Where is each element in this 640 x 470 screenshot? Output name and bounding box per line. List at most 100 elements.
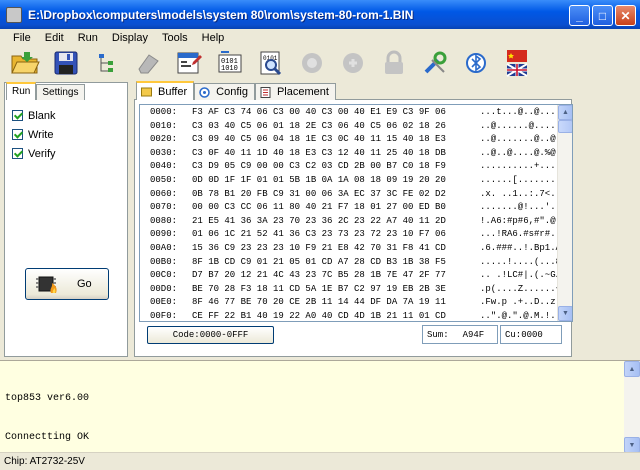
open-folder-icon[interactable] <box>8 48 41 78</box>
verify-check[interactable]: Verify <box>12 144 56 163</box>
window-controls: _ □ ✕ <box>569 5 636 26</box>
menu-display[interactable]: Display <box>105 32 155 44</box>
hex-address: 0080: <box>150 215 178 226</box>
hex-address: 0070: <box>150 202 178 213</box>
hex-bytes: C3 0F 40 11 1D 40 18 E3 C3 12 40 11 25 4… <box>192 147 446 158</box>
hex-ascii: ...!RA6.#s#r#... <box>480 229 567 240</box>
blank-check[interactable]: Blank <box>12 106 56 125</box>
chip-fire-icon <box>36 276 57 293</box>
hex-address: 0090: <box>150 229 178 240</box>
hex-address: 00F0: <box>150 310 178 321</box>
go-button[interactable]: Go <box>25 268 109 300</box>
chip-disabled-2-icon[interactable] <box>336 48 369 78</box>
tab-run[interactable]: Run <box>6 82 37 100</box>
bluetooth-icon[interactable] <box>459 48 492 78</box>
hex-ascii: .. .!LC#|.(.~G/w <box>480 270 567 281</box>
hex-scrollbar[interactable]: ▲ ▼ <box>557 105 572 321</box>
language-flag-icon[interactable] <box>500 48 533 78</box>
eraser-icon[interactable] <box>131 48 164 78</box>
tab-placement-label: Placement <box>276 86 329 98</box>
tab-placement[interactable]: Placement <box>254 83 336 100</box>
hex-ascii: .6.###..!.Bp1.A. <box>480 242 567 253</box>
code-range-button[interactable]: Code:0000-0FFF <box>147 326 274 344</box>
hex-row: 0000: F3 AF C3 74 06 C3 00 40 C3 00 40 E1… <box>140 106 561 120</box>
tree-icon[interactable] <box>90 48 123 78</box>
hex-ascii: ..".@.".@.M.!... <box>480 310 567 321</box>
hex-address: 00C0: <box>150 270 178 281</box>
hex-address: 0050: <box>150 174 178 185</box>
hex-lines: 0000: F3 AF C3 74 06 C3 00 40 C3 00 40 E1… <box>140 106 567 321</box>
scroll-up-icon[interactable]: ▲ <box>558 105 572 120</box>
hex-bytes: C3 D9 05 C9 00 00 C3 C2 03 CD 2B 00 B7 C… <box>192 161 446 172</box>
save-disk-icon[interactable] <box>49 48 82 78</box>
app-icon <box>6 6 22 23</box>
tab-config[interactable]: Config <box>194 83 255 100</box>
hex-ascii: ..@.......@..@.. <box>480 134 567 145</box>
menu-tools[interactable]: Tools <box>155 32 195 44</box>
hex-row: 00B0: 8F 1B CD C9 01 21 05 01 CD A7 28 CD… <box>140 256 567 270</box>
scroll-down-icon[interactable]: ▼ <box>558 306 572 321</box>
log-output[interactable]: top853 ver6.00 Connectting OK ▲ ▼ <box>0 360 640 453</box>
go-label: Go <box>77 278 92 290</box>
write-label: Write <box>28 128 54 141</box>
hex-address: 00D0: <box>150 283 178 294</box>
hex-bytes: 15 36 C9 23 23 23 10 F9 21 E8 42 70 31 F… <box>192 242 446 253</box>
hex-row: 0040: C3 D9 05 C9 00 00 C3 C2 03 CD 2B 00… <box>140 160 566 174</box>
hex-ascii: .....!....(...8. <box>480 256 567 267</box>
hex-ascii: .x. ..1..:.7<... <box>480 188 567 199</box>
tab-buffer[interactable]: Buffer <box>136 81 195 100</box>
tools-icon[interactable] <box>418 48 451 78</box>
sum-value: A94F <box>462 329 485 340</box>
checksum-field: Sum: A94F <box>422 325 498 344</box>
hex-edit-icon[interactable] <box>172 48 205 78</box>
menu-edit[interactable]: Edit <box>38 32 71 44</box>
lock-icon[interactable] <box>377 48 410 78</box>
hex-bytes: 01 06 1C 21 52 41 36 C3 23 73 23 72 23 1… <box>192 229 446 240</box>
hex-address: 00A0: <box>150 242 178 253</box>
blank-checkbox[interactable] <box>12 110 23 121</box>
menu-file[interactable]: File <box>6 32 38 44</box>
binary-view-icon[interactable]: 0101 1010 <box>213 48 246 78</box>
minimize-button[interactable]: _ <box>569 5 590 26</box>
config-tab-icon <box>199 86 210 98</box>
hex-ascii: .Fw.p .+..D..z.. <box>480 297 567 308</box>
hex-row: 00C0: D7 B7 20 12 21 4C 43 23 7C B5 28 1B… <box>140 269 567 283</box>
chip-disabled-icon[interactable] <box>295 48 328 78</box>
title-bar[interactable]: E:\Dropbox\computers\models\system 80\ro… <box>0 0 640 29</box>
write-checkbox[interactable] <box>12 129 23 140</box>
log-scroll-up-icon[interactable]: ▲ <box>624 361 640 377</box>
close-button[interactable]: ✕ <box>615 5 636 26</box>
hex-bytes: F3 AF C3 74 06 C3 00 40 C3 00 40 E1 E9 C… <box>192 107 446 117</box>
hex-bytes: 0B 78 B1 20 FB C9 31 00 06 3A EC 37 3C F… <box>192 188 446 199</box>
write-check[interactable]: Write <box>12 125 56 144</box>
hex-address: 0030: <box>150 147 178 158</box>
hex-bytes: C3 09 40 C5 06 04 18 1E C3 0C 40 11 15 4… <box>192 134 446 145</box>
hex-address: 0020: <box>150 134 178 145</box>
tab-config-label: Config <box>216 86 248 98</box>
hex-bytes: 21 E5 41 36 3A 23 70 23 36 2C 23 22 A7 4… <box>192 215 446 226</box>
tab-settings[interactable]: Settings <box>36 84 85 100</box>
operation-checks: Blank Write Verify <box>12 106 56 163</box>
hex-bytes: 00 00 C3 CC 06 11 80 40 21 F7 18 01 27 0… <box>192 202 446 213</box>
scroll-thumb[interactable] <box>558 120 572 133</box>
hex-address: 0040: <box>150 161 178 172</box>
verify-checkbox[interactable] <box>12 148 23 159</box>
hex-bytes: C3 03 40 C5 06 01 18 2E C3 06 40 C5 06 0… <box>192 120 446 131</box>
log-scroll-down-icon[interactable]: ▼ <box>624 437 640 453</box>
hex-row: 0080: 21 E5 41 36 3A 23 70 23 36 2C 23 22… <box>140 215 566 229</box>
hex-bytes: CE FF 22 B1 40 19 22 A0 40 CD 4D 1B 21 1… <box>192 310 446 321</box>
hex-dump-view[interactable]: 0000: F3 AF C3 74 06 C3 00 40 C3 00 40 E1… <box>139 104 573 322</box>
maximize-button[interactable]: □ <box>592 5 613 26</box>
hex-bytes: 8F 46 77 BE 70 20 CE 2B 11 14 44 DF DA 7… <box>192 297 446 308</box>
menu-run[interactable]: Run <box>71 32 105 44</box>
buffer-tab-icon <box>141 87 152 97</box>
tab-buffer-label: Buffer <box>158 85 188 98</box>
toolbar: 0101 1010 0101 <box>0 47 640 79</box>
binary-search-icon[interactable]: 0101 <box>254 48 287 78</box>
hex-address: 00B0: <box>150 256 178 267</box>
menu-help[interactable]: Help <box>195 32 232 44</box>
log-scrollbar[interactable]: ▲ ▼ <box>624 361 640 453</box>
hex-bytes: D7 B7 20 12 21 4C 43 23 7C B5 28 1B 7E 4… <box>192 270 446 281</box>
hex-row: 00A0: 15 36 C9 23 23 23 10 F9 21 E8 42 70… <box>140 242 567 256</box>
status-bar: Chip: AT2732-25V <box>0 452 640 470</box>
